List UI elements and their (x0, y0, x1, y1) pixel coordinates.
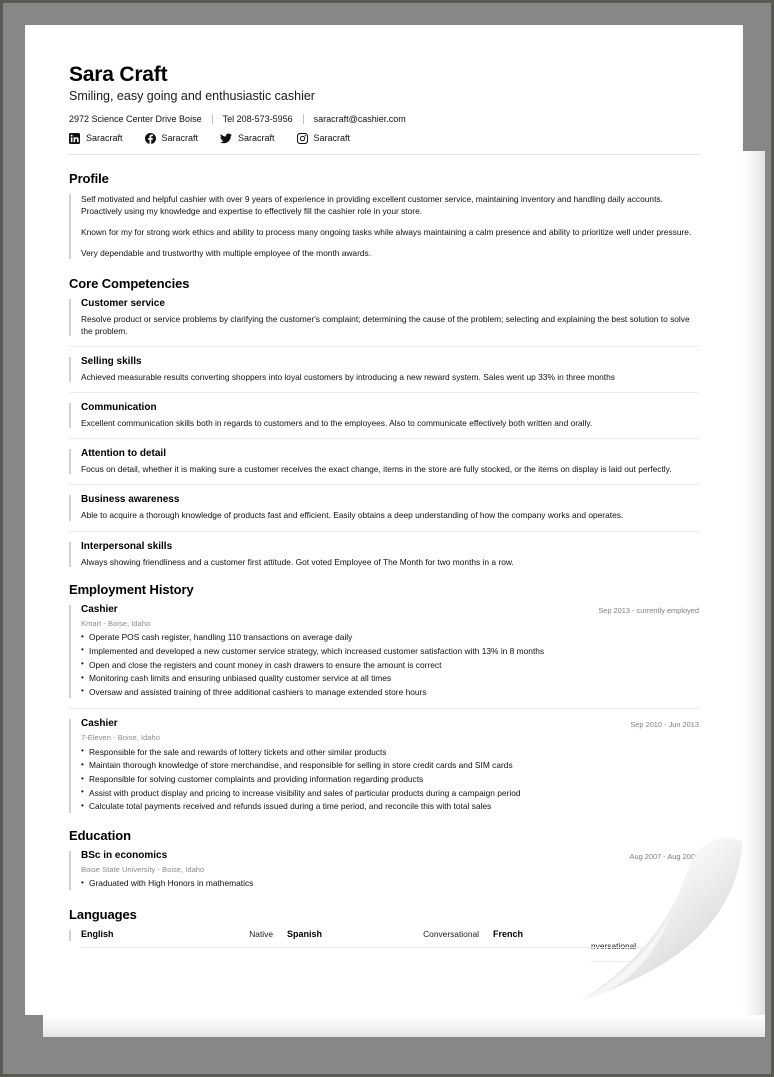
competency-description: Always showing friendliness and a custom… (81, 556, 514, 567)
education-header: BSc in economics Aug 2007 - Aug 2009 (81, 850, 699, 865)
job-bullet: Assist with product display and pricing … (81, 786, 699, 801)
languages-row: English Native Spanish Conversational Fr… (69, 929, 699, 948)
linkedin-icon (69, 132, 80, 144)
contact-divider (211, 113, 213, 124)
employment-item: Cashier Sep 2013 - currently employed Km… (69, 604, 699, 700)
job-employer: 7-Eleven - Boise, Idaho (81, 733, 160, 743)
job-bullet: Operate POS cash register, handling 110 … (81, 631, 699, 645)
competency-description: Focus on detail, whether it is making su… (81, 464, 672, 475)
competency-name: Interpersonal skills (81, 540, 173, 552)
competency-name: Customer service (81, 297, 165, 309)
instagram-icon (296, 132, 308, 144)
competency-item: Selling skills Achieved measurable resul… (69, 356, 699, 383)
language-level: Conversational (423, 928, 479, 939)
social-link-facebook[interactable]: Saracraft (144, 132, 199, 144)
competency-item: Business awareness Able to acquire a tho… (69, 494, 699, 521)
competency-item: Customer service Resolve product or serv… (69, 298, 699, 337)
profile-paragraph: Very dependable and trustworthy with mul… (81, 248, 372, 259)
social-handle: Saracraft (313, 133, 351, 144)
job-dates: Sep 2010 - Jun 2013 (630, 720, 699, 730)
item-divider (69, 708, 699, 710)
language-name: English (81, 928, 114, 939)
competency-name: Attention to detail (81, 448, 166, 460)
language-item: French (493, 929, 699, 948)
employment-header: Cashier Sep 2010 - Jun 2013 (81, 718, 699, 733)
section-title-core-competencies: Core Competencies (69, 275, 190, 291)
item-divider (69, 484, 699, 486)
section-title-education: Education (69, 827, 131, 843)
twitter-icon (220, 133, 233, 144)
competency-description: Resolve product or service problems by c… (81, 313, 690, 336)
item-divider (69, 392, 699, 394)
item-divider (69, 438, 699, 440)
job-role: Cashier (81, 603, 118, 615)
social-link-twitter[interactable]: Saracraft (220, 133, 275, 144)
candidate-tagline: Smiling, easy going and enthusiastic cas… (69, 89, 315, 104)
resume-content: Sara Craft Smiling, easy going and enthu… (25, 25, 743, 1015)
job-bullet: Open and close the registers and count m… (81, 658, 699, 673)
resume-header: Sara Craft Smiling, easy going and enthu… (69, 63, 699, 155)
job-bullet: Maintain thorough knowledge of store mer… (81, 759, 699, 773)
job-employer: Kmart - Boise, Idaho (81, 618, 151, 628)
competency-item: Communication Excellent communication sk… (69, 402, 699, 429)
education-item: BSc in economics Aug 2007 - Aug 2009 Boi… (69, 850, 699, 891)
facebook-icon (144, 132, 156, 144)
degree-dates: Aug 2007 - Aug 2009 (629, 851, 699, 861)
contact-email[interactable]: saracraft@cashier.com (314, 114, 406, 124)
bottom-page-edge (43, 1015, 765, 1037)
job-dates: Sep 2013 - currently employed (598, 605, 699, 615)
competency-name: Communication (81, 402, 157, 414)
social-handle: Saracraft (238, 133, 275, 144)
job-bullet: Implemented and developed a new customer… (81, 644, 699, 659)
section-title-employment-history: Employment History (69, 581, 194, 597)
item-divider (69, 345, 699, 347)
language-name: Spanish (287, 928, 323, 939)
next-page-edge (743, 151, 765, 1035)
social-handle: Saracraft (86, 133, 123, 144)
competency-name: Selling skills (81, 355, 142, 367)
job-bullet: Monitoring cash limits and ensuring unbi… (81, 672, 699, 686)
item-divider (69, 530, 699, 532)
profile-paragraph: Self motivated and helpful cashier with … (81, 193, 663, 216)
social-links: Saracraft Saracraft Saracraft Saracraft (69, 132, 699, 144)
degree-name: BSc in economics (81, 849, 168, 861)
language-item: Spanish Conversational (287, 929, 493, 948)
job-bullet: Responsible for solving customer complai… (81, 773, 699, 787)
profile-block: Self motivated and helpful cashier with … (69, 193, 699, 260)
social-handle: Saracraft (161, 133, 199, 144)
job-bullet: Oversaw and assisted training of three a… (81, 685, 699, 700)
resume-page[interactable]: nversational 2/2 Sara Craft Smiling, eas… (25, 25, 743, 1015)
profile-paragraph: Known for my for strong work ethics and … (81, 227, 692, 238)
employment-header: Cashier Sep 2013 - currently employed (81, 604, 699, 619)
education-bullet: Graduated with High Honors in mathematic… (81, 877, 699, 891)
job-bullet: Responsible for the sale and rewards of … (81, 745, 699, 760)
competency-description: Excellent communication skills both in r… (81, 418, 593, 429)
contact-divider (302, 113, 304, 124)
job-bullets: Operate POS cash register, handling 110 … (81, 631, 699, 699)
contact-line: 2972 Science Center Drive Boise Tel 208-… (69, 113, 699, 124)
job-bullet: Calculate total payments received and re… (81, 800, 699, 814)
section-title-languages: Languages (69, 906, 137, 922)
competency-description: Able to acquire a thorough knowledge of … (81, 510, 624, 521)
candidate-name: Sara Craft (69, 63, 168, 86)
section-title-profile: Profile (69, 170, 109, 186)
language-level: Native (249, 928, 273, 939)
contact-address: 2972 Science Center Drive Boise (69, 113, 202, 124)
job-bullets: Responsible for the sale and rewards of … (81, 745, 699, 814)
language-name: French (493, 928, 524, 939)
language-item: English Native (81, 929, 287, 948)
competency-item: Attention to detail Focus on detail, whe… (69, 448, 699, 475)
header-divider (69, 153, 699, 155)
education-bullets: Graduated with High Honors in mathematic… (81, 877, 699, 891)
competency-item: Interpersonal skills Always showing frie… (69, 541, 699, 568)
document-viewer[interactable]: nversational 2/2 Sara Craft Smiling, eas… (0, 0, 774, 1077)
competency-name: Business awareness (81, 494, 180, 506)
employment-item: Cashier Sep 2010 - Jun 2013 7-Eleven - B… (69, 718, 699, 814)
competency-description: Achieved measurable results converting s… (81, 371, 615, 382)
school-name: Boise State University - Boise, Idaho (81, 864, 205, 874)
contact-phone: Tel 208-573-5956 (222, 113, 293, 124)
social-link-instagram[interactable]: Saracraft (296, 132, 351, 144)
job-role: Cashier (81, 718, 118, 730)
social-link-linkedin[interactable]: Saracraft (69, 132, 123, 144)
